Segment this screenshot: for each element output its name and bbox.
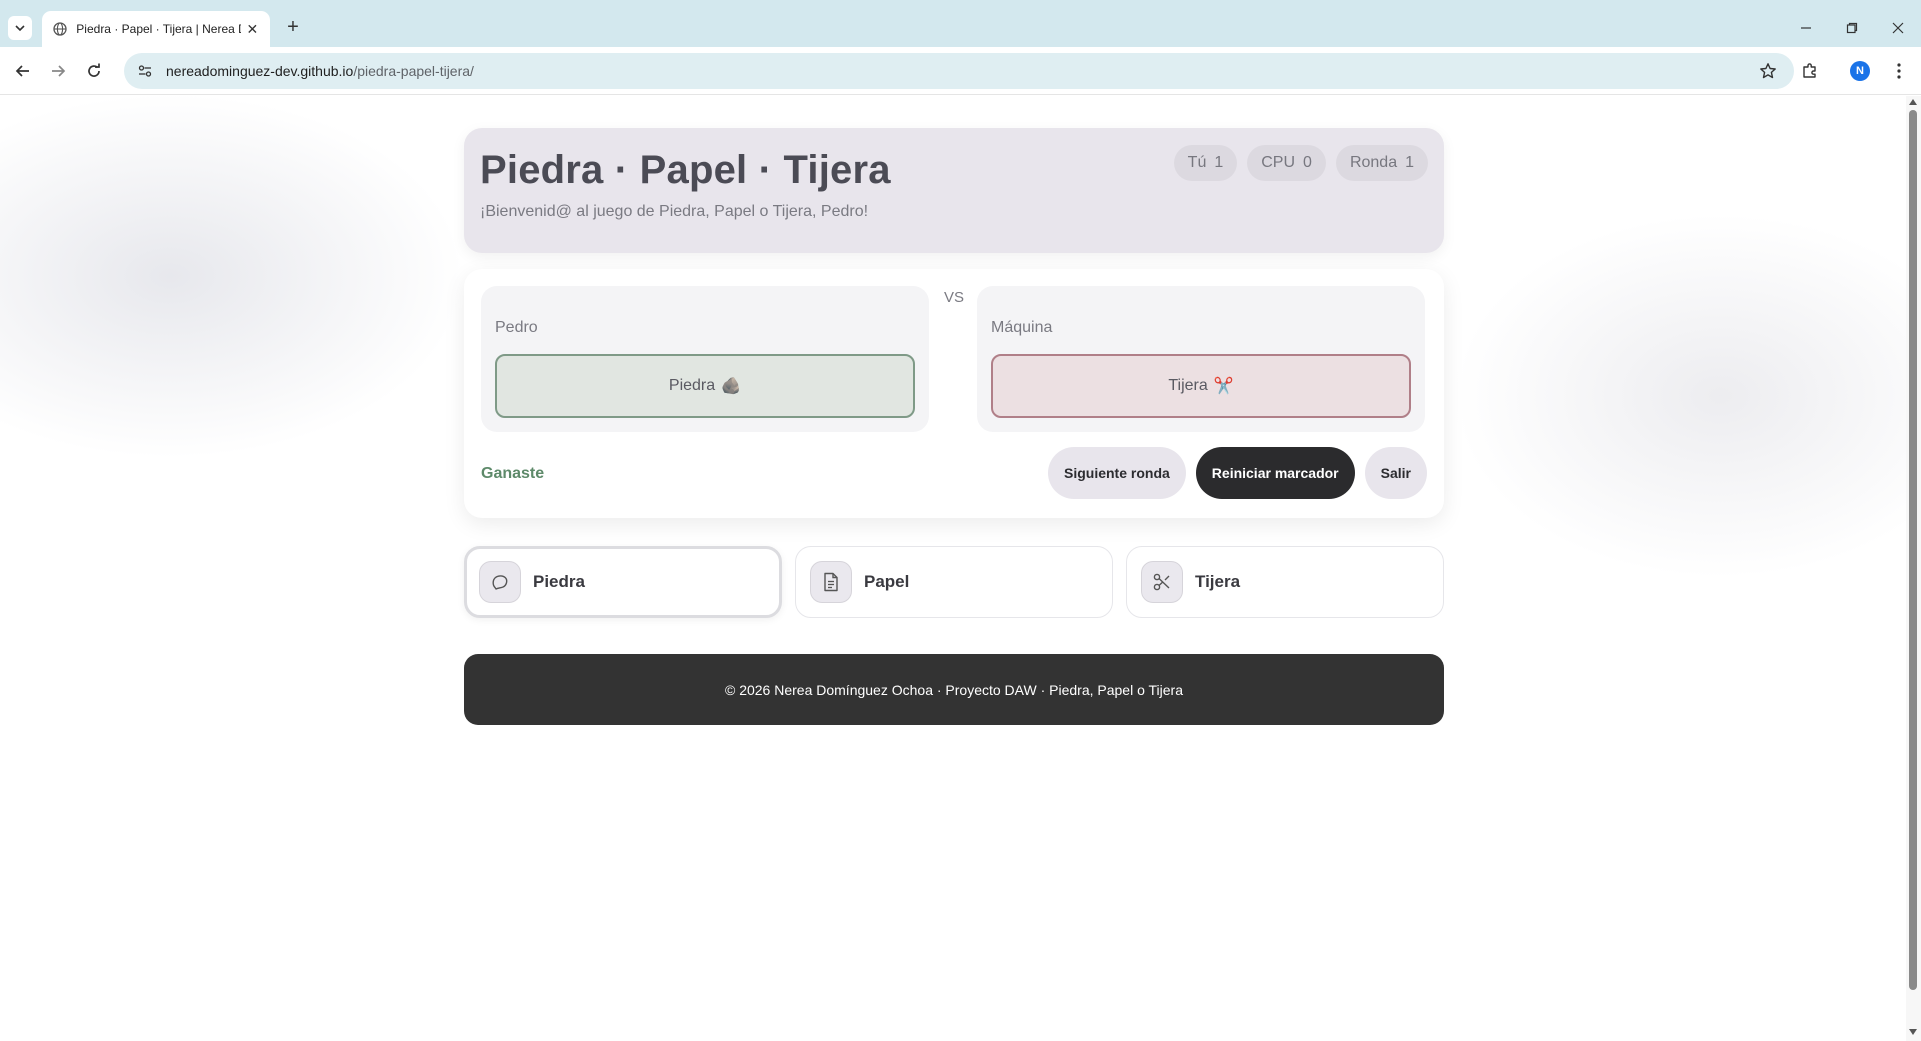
machine-panel: Máquina Tijera ✂️	[977, 286, 1425, 432]
forward-arrow-icon[interactable]	[44, 57, 72, 85]
paper-icon	[810, 561, 852, 603]
vs-label: VS	[944, 289, 965, 306]
option-tijera[interactable]: Tijera	[1126, 546, 1444, 618]
game-actions: Siguiente ronda Reiniciar marcador Salir	[1048, 447, 1427, 499]
round-result: Ganaste	[481, 465, 545, 482]
machine-name: Máquina	[991, 319, 1053, 336]
back-arrow-icon[interactable]	[9, 57, 37, 85]
browser-tab[interactable]: Piedra · Papel · Tijera | Nerea Domíngue…	[42, 11, 270, 47]
next-round-button[interactable]: Siguiente ronda	[1048, 447, 1186, 499]
url-host: nereadominguez-dev.github.io	[166, 63, 354, 79]
footer-text: © 2026 Nerea Domínguez Ochoa · Proyecto …	[724, 681, 1183, 698]
option-label: Piedra	[533, 572, 585, 591]
minimize-icon[interactable]	[1792, 14, 1820, 42]
score-label: Tú	[1187, 154, 1207, 171]
rock-icon	[479, 561, 521, 603]
player-panel: Pedro Piedra 🪨	[481, 286, 929, 432]
address-bar[interactable]: nereadominguez-dev.github.io/piedra-pape…	[124, 53, 1794, 89]
option-label: Tijera	[1195, 572, 1241, 591]
score-pills: Tú 1 CPU 0 Ronda 1	[1173, 145, 1428, 181]
machine-choice: Tijera ✂️	[991, 354, 1411, 418]
welcome-message: ¡Bienvenid@ al juego de Piedra, Papel o …	[480, 203, 869, 220]
header-card: Piedra · Papel · Tijera ¡Bienvenid@ al j…	[464, 128, 1444, 253]
score-value: 1	[1405, 154, 1414, 171]
scroll-up-arrow-icon[interactable]	[1909, 99, 1917, 105]
exit-button[interactable]: Salir	[1364, 447, 1427, 499]
reload-icon[interactable]	[80, 57, 108, 85]
new-tab-button[interactable]: +	[282, 17, 304, 39]
site-settings-icon[interactable]	[136, 62, 154, 80]
scissors-icon	[1141, 561, 1183, 603]
globe-icon	[52, 21, 67, 37]
profile-avatar[interactable]: N	[1850, 61, 1870, 81]
score-label: CPU	[1261, 154, 1296, 171]
player-choice-label: Piedra	[668, 377, 716, 394]
page-viewport: Piedra · Papel · Tijera ¡Bienvenid@ al j…	[0, 96, 1906, 1041]
browser-toolbar: nereadominguez-dev.github.io/piedra-pape…	[0, 47, 1921, 95]
score-pill-round: Ronda 1	[1335, 145, 1428, 181]
extensions-puzzle-icon[interactable]	[1796, 57, 1824, 85]
option-piedra[interactable]: Piedra	[464, 546, 782, 618]
url-path: /piedra-papel-tijera/	[353, 63, 474, 79]
browser-tab-bar: Piedra · Papel · Tijera | Nerea Domíngue…	[0, 0, 1921, 47]
score-value: 0	[1303, 154, 1312, 171]
machine-choice-label: Tijera	[1168, 377, 1208, 394]
tab-search-button[interactable]	[8, 16, 32, 40]
score-label: Ronda	[1349, 154, 1398, 171]
bookmark-star-icon[interactable]	[1758, 61, 1778, 81]
scroll-down-arrow-icon[interactable]	[1909, 1029, 1917, 1035]
score-pill-you: Tú 1	[1173, 145, 1238, 181]
restore-icon[interactable]	[1838, 14, 1866, 42]
option-papel[interactable]: Papel	[795, 546, 1113, 618]
close-tab-icon[interactable]: ✕	[245, 21, 260, 37]
game-card: Pedro Piedra 🪨 VS Máquina Tijera ✂️ Gana…	[464, 269, 1444, 518]
chevron-down-icon	[15, 25, 25, 32]
option-label: Papel	[864, 572, 910, 591]
close-window-icon[interactable]	[1884, 14, 1912, 42]
scrollbar-thumb[interactable]	[1909, 110, 1917, 990]
score-pill-cpu: CPU 0	[1247, 145, 1326, 181]
kebab-menu-icon[interactable]	[1885, 57, 1913, 85]
page-footer: © 2026 Nerea Domínguez Ochoa · Proyecto …	[464, 654, 1444, 725]
page-title: Piedra · Papel · Tijera	[480, 148, 891, 192]
rock-emoji-icon: 🪨	[721, 378, 742, 395]
score-value: 1	[1214, 154, 1224, 171]
tab-title: Piedra · Papel · Tijera | Nerea Domíngue…	[76, 22, 240, 36]
reset-score-button[interactable]: Reiniciar marcador	[1195, 447, 1355, 499]
player-choice: Piedra 🪨	[495, 354, 915, 418]
choice-options: Piedra Papel Tijera	[464, 546, 1444, 618]
player-name: Pedro	[495, 319, 538, 336]
scissors-emoji-icon: ✂️	[1213, 378, 1234, 395]
